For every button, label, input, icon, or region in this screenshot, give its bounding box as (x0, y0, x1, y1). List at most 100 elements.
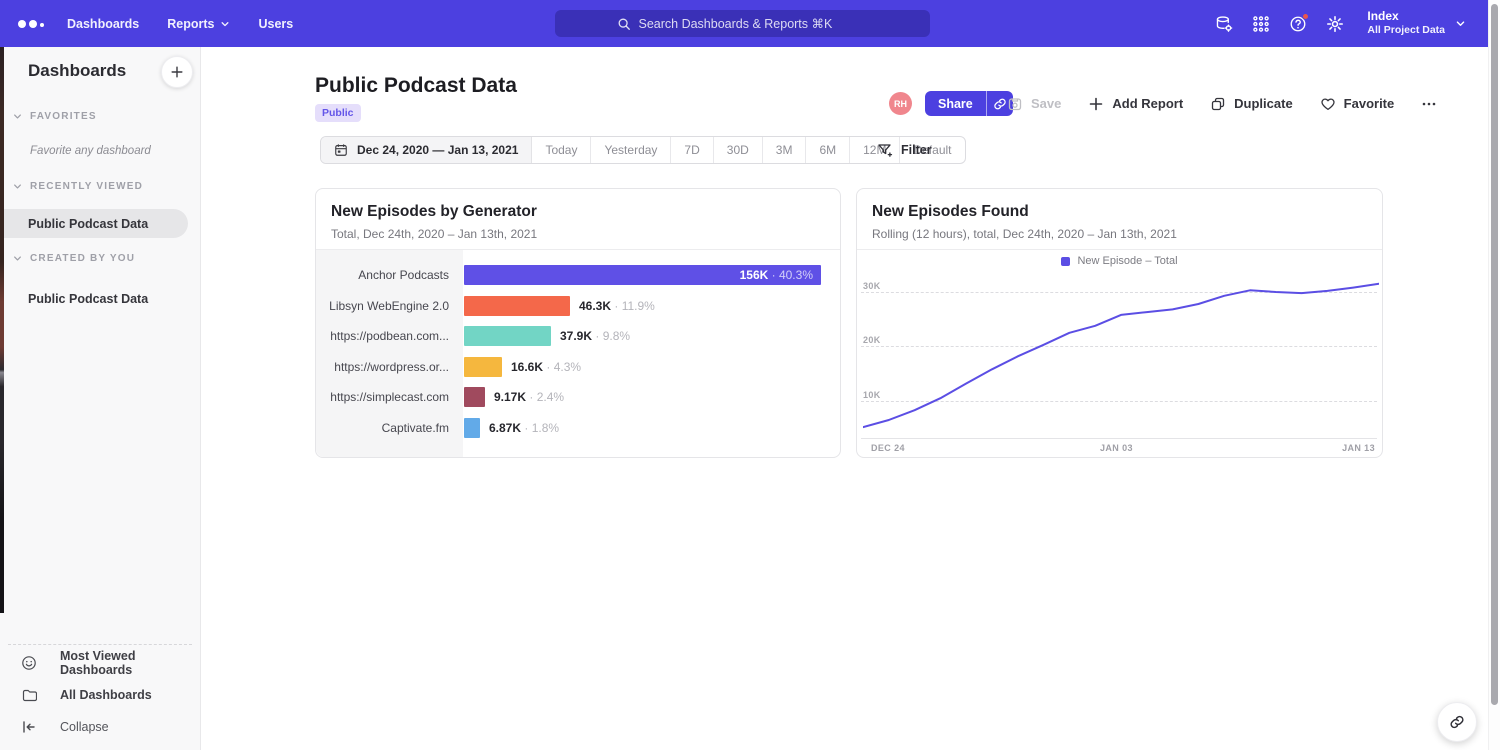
link-icon (1449, 714, 1465, 730)
bar-row: https://wordpress.or...16.6K · 4.3% (316, 352, 832, 383)
bar-category-label: Captivate.fm (316, 421, 463, 435)
date-preset-6m[interactable]: 6M (806, 137, 850, 163)
chevron-down-icon (220, 19, 230, 29)
mixpanel-logo-icon[interactable] (18, 0, 44, 47)
chevron-down-icon (13, 112, 22, 121)
date-preset-today[interactable]: Today (532, 137, 591, 163)
bar-track: 156K · 40.3% (463, 265, 832, 285)
add-report-button[interactable]: Add Report (1088, 96, 1183, 112)
bar-row: https://podbean.com...37.9K · 9.8% (316, 321, 832, 352)
scrollbar-thumb[interactable] (1491, 4, 1498, 705)
chart-legend: New Episode – Total (857, 255, 1382, 267)
card-new-episodes-by-generator: New Episodes by Generator Total, Dec 24t… (315, 188, 841, 458)
date-preset-3m[interactable]: 3M (763, 137, 807, 163)
bar-percent-label: · 4.3% (543, 360, 581, 374)
sidebar-section-created-by-you[interactable]: CREATED BY YOU (0, 253, 200, 264)
share-button[interactable]: Share (925, 91, 986, 116)
date-range-picker[interactable]: Dec 24, 2020 — Jan 13, 2021 (321, 137, 532, 163)
bar-row: Captivate.fm6.87K · 1.8% (316, 413, 832, 444)
bar[interactable] (464, 387, 485, 407)
bar-chart: Anchor Podcasts156K · 40.3%Libsyn WebEng… (316, 260, 832, 443)
project-selector[interactable]: Index All Project Data (1367, 9, 1466, 37)
bar-track: 37.9K · 9.8% (463, 326, 832, 346)
notification-dot (1302, 13, 1309, 20)
global-search[interactable] (555, 10, 930, 37)
sidebar-footer-divider (8, 644, 192, 645)
sidebar-item-public-podcast-data-created[interactable]: Public Podcast Data (0, 284, 188, 313)
all-dashboards-button[interactable]: All Dashboards (0, 679, 200, 711)
footer-item-label: Most Viewed Dashboards (60, 649, 200, 677)
nav-item-dashboards[interactable]: Dashboards (67, 17, 139, 31)
bar-value-label: 9.17K · 2.4% (494, 390, 564, 404)
sidebar-item-label: Public Podcast Data (28, 292, 148, 306)
footer-item-label: All Dashboards (60, 688, 152, 702)
x-axis-line (861, 438, 1377, 439)
link-icon (993, 97, 1007, 111)
bar[interactable] (464, 296, 570, 316)
legend-swatch (1061, 257, 1070, 266)
more-dots-icon (1421, 96, 1437, 112)
data-icon[interactable] (1215, 15, 1233, 33)
sidebar-section-recently-viewed[interactable]: RECENTLY VIEWED (0, 181, 200, 192)
collapse-sidebar-button[interactable]: Collapse (0, 711, 200, 743)
app-window: DashboardsReportsUsers Index All P (0, 0, 1500, 750)
plus-icon (1088, 96, 1104, 112)
avatar[interactable]: RH (889, 92, 912, 115)
bar-track: 16.6K · 4.3% (463, 357, 832, 377)
floating-share-link-button[interactable] (1437, 702, 1477, 742)
bar-value-label: 156K · 40.3% (740, 268, 813, 282)
favorite-button[interactable]: Favorite (1320, 96, 1395, 112)
project-subtitle: All Project Data (1367, 24, 1445, 37)
favorites-empty-state: Favorite any dashboard (30, 145, 151, 157)
save-button[interactable]: Save (1007, 96, 1061, 112)
date-preset-7d[interactable]: 7D (671, 137, 713, 163)
apps-grid-icon[interactable] (1252, 15, 1270, 33)
more-options-button[interactable] (1421, 96, 1437, 112)
legend-label: New Episode – Total (1077, 255, 1177, 267)
search-icon (617, 17, 631, 31)
filter-label: Filter (901, 143, 932, 157)
bar-category-label: https://wordpress.or... (316, 360, 463, 374)
footer-item-label: Collapse (60, 720, 109, 734)
bar-row: Anchor Podcasts156K · 40.3% (316, 260, 832, 291)
bar-category-label: https://podbean.com... (316, 329, 463, 343)
public-badge: Public (315, 104, 361, 122)
bar[interactable]: 156K · 40.3% (464, 265, 821, 285)
nav-item-users[interactable]: Users (258, 17, 293, 31)
save-icon (1007, 96, 1023, 112)
x-tick: JAN 03 (1100, 443, 1133, 453)
calendar-icon (334, 143, 348, 157)
filter-button[interactable]: Filter (877, 142, 932, 158)
bar-track: 46.3K · 11.9% (463, 296, 832, 316)
navbar-right: Index All Project Data (1215, 0, 1466, 47)
background-window-sliver (0, 47, 4, 613)
settings-gear-icon[interactable] (1326, 15, 1344, 33)
folder-icon (21, 687, 37, 703)
search-input[interactable] (639, 17, 869, 31)
sidebar-item-label: Public Podcast Data (28, 217, 148, 231)
chevron-down-icon (13, 182, 22, 191)
top-navbar: DashboardsReportsUsers Index All P (0, 0, 1500, 47)
nav-item-reports[interactable]: Reports (167, 17, 230, 31)
duplicate-button[interactable]: Duplicate (1210, 96, 1293, 112)
smiley-icon (21, 655, 37, 671)
sidebar-section-favorites[interactable]: FAVORITES (0, 111, 200, 122)
date-preset-30d[interactable]: 30D (714, 137, 763, 163)
add-dashboard-button[interactable] (161, 56, 193, 88)
bar[interactable] (464, 326, 551, 346)
bar-percent-label: · 11.9% (611, 299, 655, 313)
card-divider (857, 249, 1382, 250)
date-preset-yesterday[interactable]: Yesterday (591, 137, 671, 163)
line-chart[interactable] (863, 271, 1379, 438)
date-range-value: Dec 24, 2020 — Jan 13, 2021 (357, 143, 518, 157)
sidebar-item-public-podcast-data[interactable]: Public Podcast Data (0, 209, 188, 238)
project-name: Index (1367, 9, 1445, 24)
section-label: RECENTLY VIEWED (30, 181, 143, 192)
bar[interactable] (464, 357, 502, 377)
help-icon[interactable] (1289, 15, 1307, 33)
bar[interactable] (464, 418, 480, 438)
line-series-new-episode-total (863, 284, 1379, 427)
plus-icon (170, 65, 184, 79)
page-title: Public Podcast Data (315, 74, 517, 98)
most-viewed-dashboards-button[interactable]: Most Viewed Dashboards (0, 647, 200, 679)
